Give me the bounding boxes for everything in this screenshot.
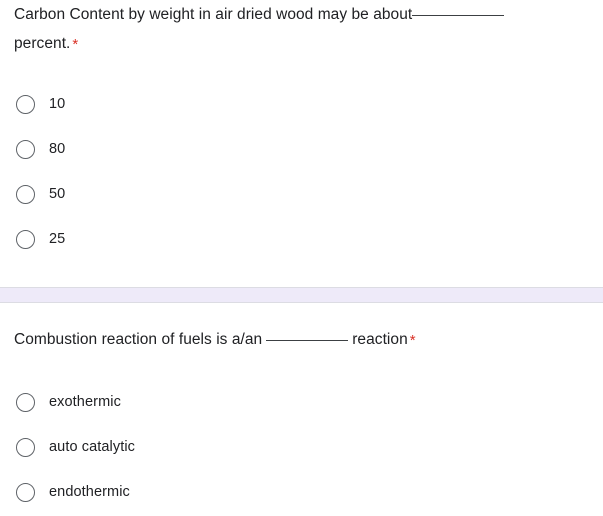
radio-icon[interactable] [16, 95, 35, 114]
option-label: auto catalytic [49, 439, 136, 455]
option-label: 25 [49, 231, 66, 247]
radio-icon[interactable] [16, 230, 35, 249]
question-block-2: Combustion reaction of fuels is a/an reac… [0, 325, 603, 354]
option-row[interactable]: 80 [0, 127, 603, 172]
option-label: 80 [49, 141, 66, 157]
question-1-text-part-2: percent. [14, 35, 71, 52]
question-2-required-asterisk: * [409, 332, 416, 349]
question-2-text-part-2: reaction [352, 331, 408, 348]
radio-icon[interactable] [16, 438, 35, 457]
question-1-options: 10 80 50 25 [0, 82, 603, 262]
option-label: endothermic [49, 484, 130, 500]
radio-icon[interactable] [16, 185, 35, 204]
question-1-required-asterisk: * [72, 36, 79, 53]
question-1-line-2: percent. * [14, 29, 597, 58]
section-divider [0, 287, 603, 303]
question-1-blank [412, 15, 505, 16]
option-row[interactable]: 50 [0, 172, 603, 217]
question-2-options: exothermic auto catalytic endothermic [0, 380, 603, 515]
question-2-blank [266, 340, 349, 341]
option-label: exothermic [49, 394, 121, 410]
option-label: 10 [49, 96, 66, 112]
option-row[interactable]: 25 [0, 217, 603, 262]
radio-icon[interactable] [16, 483, 35, 502]
question-1-line-1: Carbon Content by weight in air dried wo… [14, 0, 597, 29]
radio-icon[interactable] [16, 140, 35, 159]
question-2-title: Combustion reaction of fuels is a/an reac… [0, 325, 603, 354]
radio-icon[interactable] [16, 393, 35, 412]
question-1-text-part-1: Carbon Content by weight in air dried wo… [14, 6, 413, 23]
question-2-line-1: Combustion reaction of fuels is a/an reac… [14, 325, 597, 354]
option-label: 50 [49, 186, 66, 202]
question-2-text-part-1: Combustion reaction of fuels is a/an [14, 331, 263, 348]
quiz-form: Carbon Content by weight in air dried wo… [0, 0, 603, 516]
option-row[interactable]: auto catalytic [0, 425, 603, 470]
question-1-title: Carbon Content by weight in air dried wo… [0, 0, 603, 58]
option-row[interactable]: exothermic [0, 380, 603, 425]
question-block-1: Carbon Content by weight in air dried wo… [0, 0, 603, 58]
option-row[interactable]: 10 [0, 82, 603, 127]
option-row[interactable]: endothermic [0, 470, 603, 515]
